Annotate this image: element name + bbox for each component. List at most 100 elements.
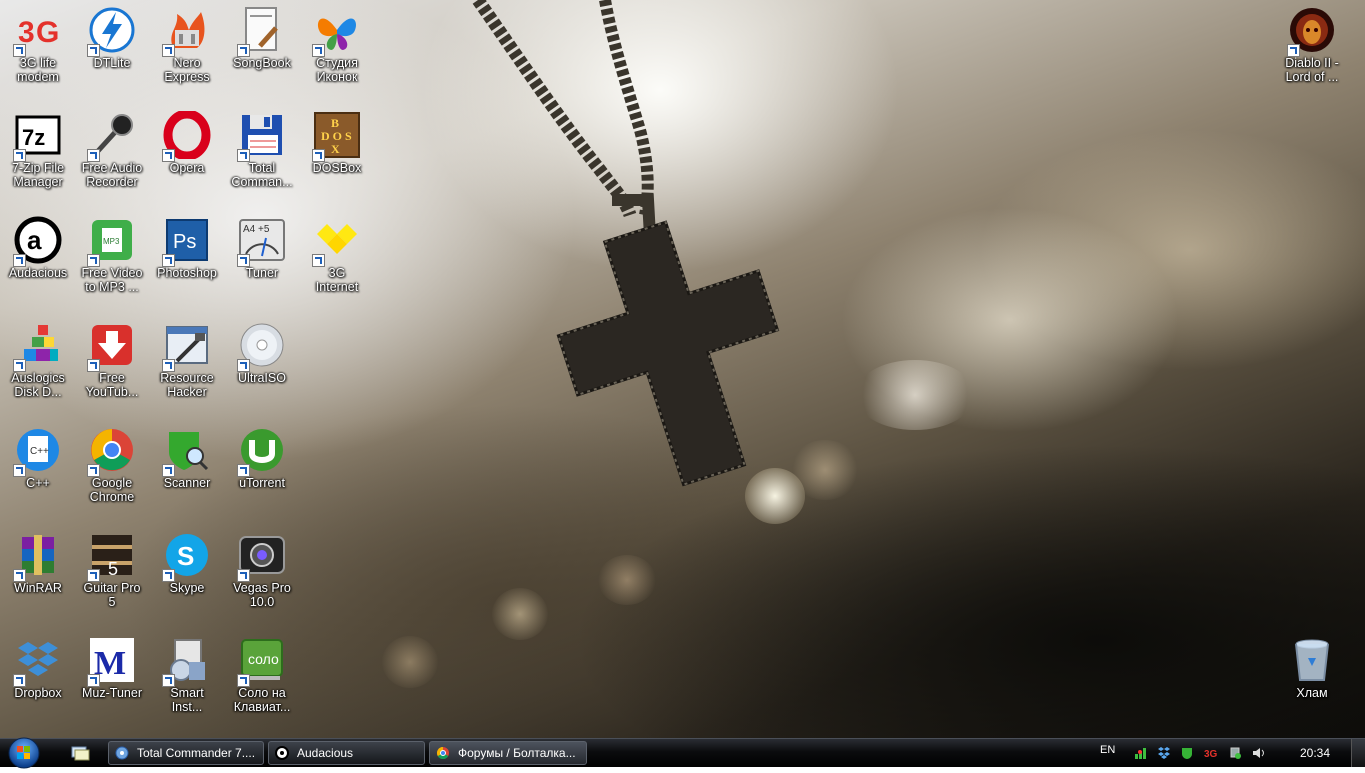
windows-orb-icon: [8, 737, 40, 769]
desktop-icon-vegas-pro[interactable]: Vegas Pro 10.0: [224, 531, 300, 633]
desktop-icon-label: Vegas Pro 10.0: [233, 581, 291, 609]
svg-text:D O S: D O S: [321, 129, 352, 143]
guitar-pro-icon: 5: [87, 531, 136, 582]
desktop-icon-scanner[interactable]: Scanner: [149, 426, 225, 528]
desktop-icon-skype[interactable]: S Skype: [149, 531, 225, 633]
desktop-icon-ultraiso[interactable]: UltraISO: [224, 321, 300, 423]
recycle-bin-icon: [1288, 636, 1336, 684]
desktop-icon-google-chrome[interactable]: Google Chrome: [74, 426, 150, 528]
dosbox-icon: BD O SX: [312, 111, 361, 162]
3g-internet-icon: [312, 216, 361, 267]
desktop-icon-label: DTLite: [93, 56, 131, 70]
3g-logo-icon: 3G: [13, 6, 62, 57]
total-commander-icon: [115, 746, 129, 760]
desktop-icon-studio-ikonok[interactable]: Студия Иконок: [299, 6, 375, 108]
desktop[interactable]: 3G 3G life modem 7z 7-Zip File Manager a…: [0, 0, 1365, 738]
desktop-icon-label: C++: [26, 476, 50, 490]
butterfly-icon: [312, 6, 361, 57]
desktop-icon-diablo-ii[interactable]: Diablo II - Lord of ...: [1274, 6, 1350, 108]
desktop-icon-label: Diablo II - Lord of ...: [1285, 56, 1339, 84]
desktop-icon-label: Total Comman...: [231, 161, 293, 189]
svg-text:B: B: [331, 116, 339, 130]
utorrent-icon: [237, 426, 286, 477]
taskbar-button-label: Audacious: [297, 746, 354, 760]
desktop-icon-label: Free Audio Recorder: [81, 161, 143, 189]
chrome-icon: [436, 747, 449, 760]
desktop-icon-audacious[interactable]: a Audacious: [0, 216, 76, 318]
quick-launch-show-desktop[interactable]: [70, 745, 90, 761]
desktop-icon-label: Nero Express: [164, 56, 210, 84]
clock[interactable]: 20:34: [1300, 746, 1330, 760]
network-icon[interactable]: [1133, 746, 1147, 760]
desktop-icon-dtlite[interactable]: DTLite: [74, 6, 150, 108]
desktop-icon-label: Google Chrome: [89, 476, 135, 504]
opera-icon: [162, 111, 211, 162]
volume-icon[interactable]: [1252, 746, 1266, 760]
desktop-icon-dropbox[interactable]: Dropbox: [0, 636, 76, 738]
vegas-camera-icon: [237, 531, 286, 582]
desktop-icon-label: Scanner: [163, 476, 211, 490]
desktop-icon-guitar-pro[interactable]: 5 Guitar Pro 5: [74, 531, 150, 633]
dropbox-icon[interactable]: [1157, 746, 1171, 760]
download-arrow-icon: [87, 321, 136, 372]
svg-text:X: X: [331, 142, 340, 156]
language-indicator[interactable]: EN: [1100, 744, 1115, 756]
muz-tuner-icon: M: [87, 636, 136, 687]
microphone-icon: [87, 111, 136, 162]
3g-icon[interactable]: 3G: [1204, 746, 1218, 760]
desktop-icon-resource-hacker[interactable]: Resource Hacker: [149, 321, 225, 423]
desktop-icon-label: Guitar Pro 5: [83, 581, 141, 609]
desktop-icon-label: 7-Zip File Manager: [11, 161, 65, 189]
solo-icon: соло: [237, 636, 286, 687]
desktop-icon-label: UltraISO: [238, 371, 286, 385]
taskbar-button-total-commander[interactable]: Total Commander 7....: [108, 741, 264, 765]
desktop-icon-free-youtube[interactable]: Free YouTub...: [74, 321, 150, 423]
audacious-icon: a: [13, 216, 62, 267]
desktop-icon-solo-keyboard[interactable]: соло Соло на Клавиат...: [224, 636, 300, 738]
desktop-icon-nero-express[interactable]: Nero Express: [149, 6, 225, 108]
svg-text:G: G: [36, 16, 59, 49]
desktop-icon-dosbox[interactable]: BD O SX DOSBox: [299, 111, 375, 213]
svg-text:7z: 7z: [22, 125, 45, 150]
desktop-icon-cpp[interactable]: C++ C++: [0, 426, 76, 528]
desktop-icon-total-commander[interactable]: Total Comman...: [224, 111, 300, 213]
desktop-icon-photoshop[interactable]: Ps Photoshop: [149, 216, 225, 318]
desktop-icon-recycle-bin[interactable]: Хлам: [1274, 636, 1350, 738]
desktop-icon-label: Muz-Tuner: [82, 686, 142, 700]
desktop-icon-free-audio-recorder[interactable]: Free Audio Recorder: [74, 111, 150, 213]
desktop-icon-muz-tuner[interactable]: M Muz-Tuner: [74, 636, 150, 738]
taskbar-button-chrome[interactable]: Форумы / Болталка...: [429, 741, 587, 765]
diablo-icon: [1287, 6, 1336, 57]
show-desktop-button[interactable]: [1351, 739, 1365, 767]
desktop-icon-auslogics[interactable]: Auslogics Disk D...: [0, 321, 76, 423]
svg-text:соло: соло: [248, 651, 279, 667]
desktop-icon-tuner[interactable]: A4 +5 Tuner: [224, 216, 300, 318]
antivirus-icon[interactable]: [1180, 746, 1194, 760]
desktop-icon-winrar[interactable]: WinRAR: [0, 531, 76, 633]
desktop-icon-smart-install[interactable]: Smart Inst...: [149, 636, 225, 738]
svg-text:MP3: MP3: [103, 237, 120, 246]
desktop-icon-3g-life-modem[interactable]: 3G 3G life modem: [0, 6, 76, 108]
desktop-icon-label: Студия Иконок: [316, 56, 358, 84]
desktop-icon-label: DOSBox: [312, 161, 362, 175]
desktop-icon-label: Photoshop: [157, 266, 217, 280]
svg-text:C++: C++: [30, 446, 49, 457]
desktop-icon-songbook[interactable]: SongBook: [224, 6, 300, 108]
desktop-icon-free-video-to-mp3[interactable]: MP3 Free Video to MP3 ...: [74, 216, 150, 318]
desktop-icon-opera[interactable]: Opera: [149, 111, 225, 213]
desktop-icon-utorrent[interactable]: uTorrent: [224, 426, 300, 528]
taskbar-button-audacious[interactable]: Audacious: [268, 741, 425, 765]
desktop-icon-label: Free Video to MP3 ...: [81, 266, 143, 294]
svg-text:S: S: [177, 541, 194, 571]
floppy-disk-icon: [237, 111, 286, 162]
desktop-icon-7zip[interactable]: 7z 7-Zip File Manager: [0, 111, 76, 213]
safely-remove-icon[interactable]: [1228, 746, 1242, 760]
show-desktop-icon: [71, 746, 90, 761]
svg-text:Ps: Ps: [173, 231, 196, 253]
svg-text:A4 +5: A4 +5: [243, 224, 270, 235]
desktop-icon-3g-internet[interactable]: 3G Internet: [299, 216, 375, 318]
svg-text:5: 5: [108, 559, 118, 579]
mp3-converter-icon: MP3: [87, 216, 136, 267]
desktop-icon-label: Хлам: [1296, 686, 1328, 700]
start-button[interactable]: [4, 737, 44, 769]
